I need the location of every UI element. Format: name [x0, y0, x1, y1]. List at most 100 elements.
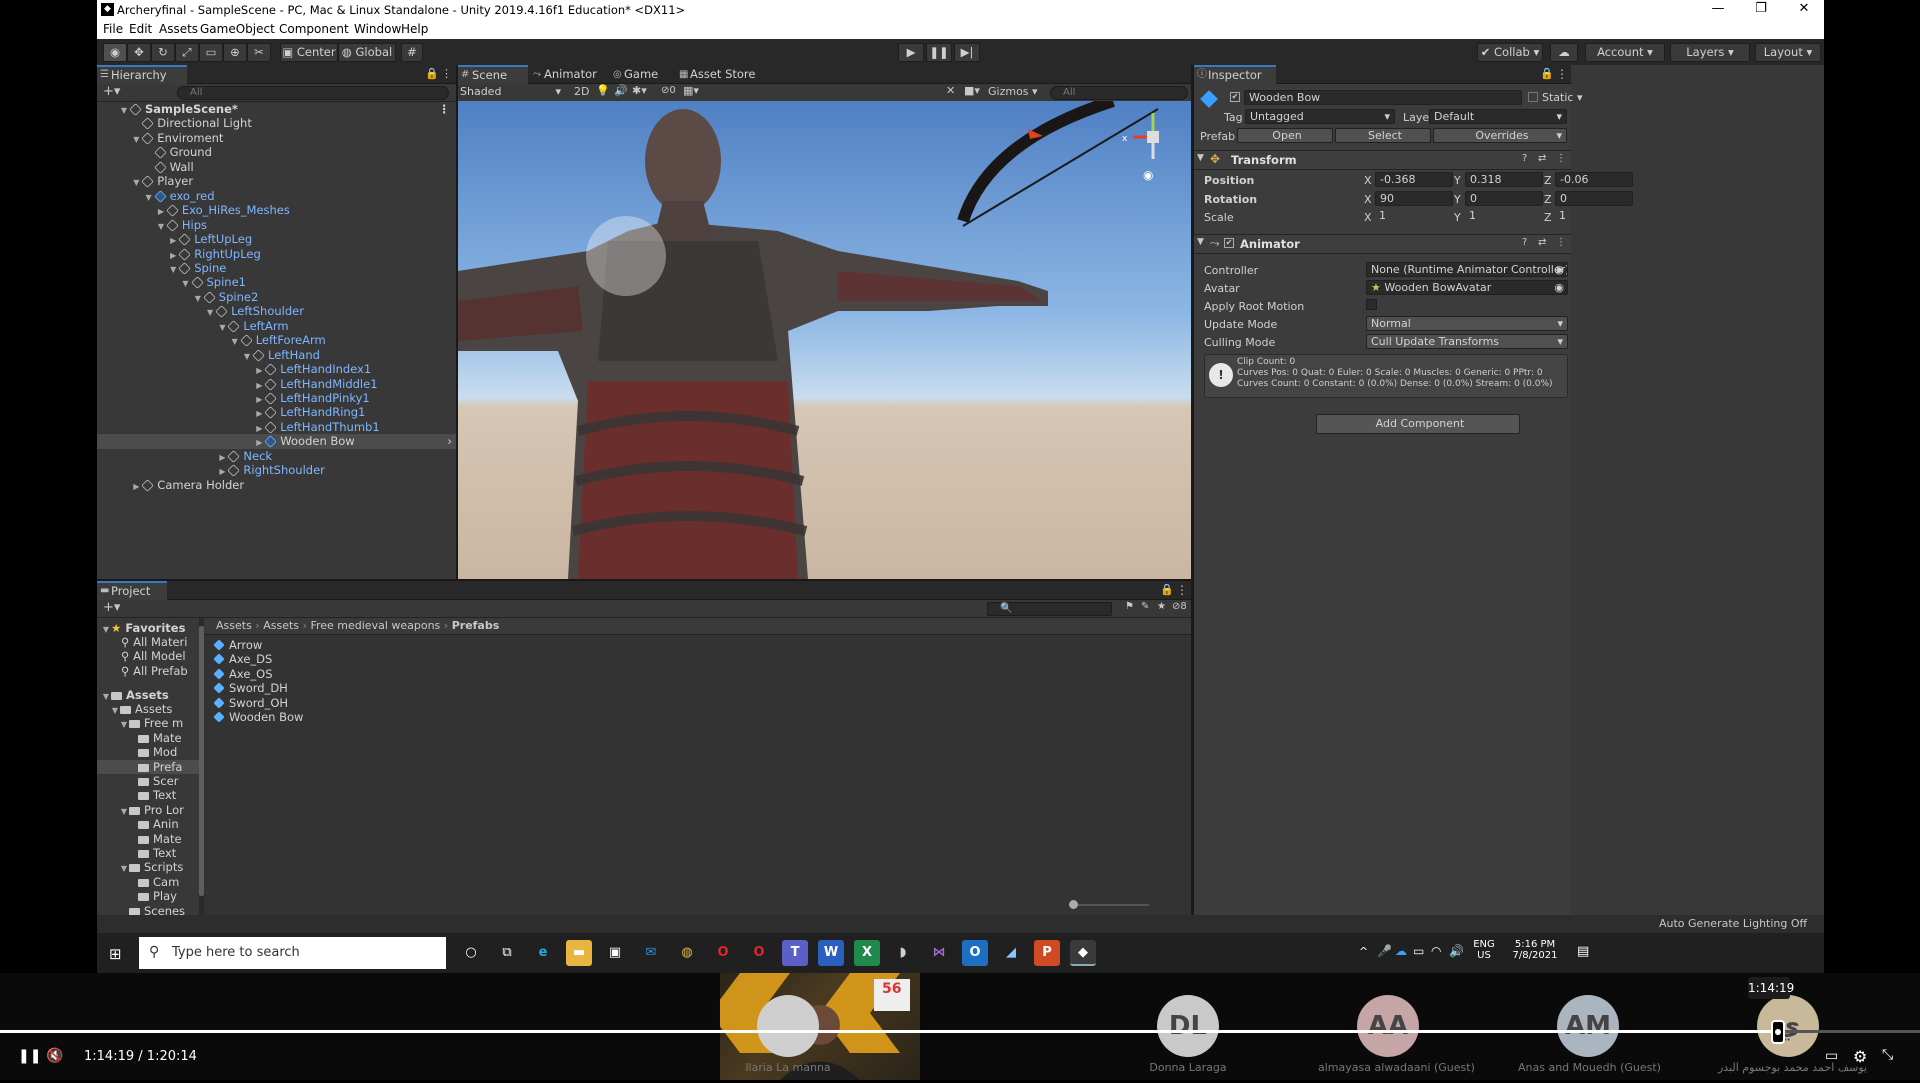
- create-plus-icon[interactable]: +▾: [103, 84, 120, 99]
- active-checkbox[interactable]: ✔: [1230, 92, 1240, 102]
- static-dropdown[interactable]: Static ▾: [1542, 91, 1582, 104]
- grid-snap-icon[interactable]: #: [401, 43, 423, 62]
- scale-tool-icon[interactable]: ⤢: [175, 43, 199, 62]
- asset-item[interactable]: Axe_DS: [213, 652, 272, 666]
- excel-icon[interactable]: X: [854, 940, 880, 966]
- add-component-button[interactable]: Add Component: [1316, 414, 1520, 434]
- folder-row[interactable]: Text: [97, 846, 199, 860]
- tab-animator[interactable]: ⤳ Animator: [530, 65, 608, 84]
- language-indicator[interactable]: ENG US: [1471, 939, 1497, 961]
- asset-item[interactable]: Sword_OH: [213, 696, 288, 710]
- hierarchy-search-input[interactable]: All: [177, 86, 449, 100]
- favorite-search[interactable]: ⚲ All Prefab: [97, 664, 188, 678]
- asset-item[interactable]: Axe_OS: [213, 667, 273, 681]
- edge-icon[interactable]: e: [530, 940, 556, 966]
- visual-studio-icon[interactable]: ⋈: [926, 940, 952, 966]
- mute-icon[interactable]: 🔇: [46, 1048, 63, 1064]
- hierarchy-row[interactable]: ▶ RightUpLeg: [97, 247, 456, 261]
- menu-file[interactable]: File: [103, 22, 123, 36]
- participant-avatar[interactable]: [757, 995, 819, 1057]
- hierarchy-row[interactable]: ▶ LeftHandRing1: [97, 405, 456, 419]
- fullscreen-icon[interactable]: ⤡: [1882, 1047, 1893, 1063]
- prefab-select-button[interactable]: Select: [1335, 128, 1431, 143]
- hierarchy-row[interactable]: Ground: [97, 145, 456, 159]
- hierarchy-row[interactable]: ▶ Wooden Bow ›: [97, 434, 456, 449]
- hierarchy-row[interactable]: ▶ Exo_HiRes_Meshes: [97, 203, 456, 217]
- word-icon[interactable]: W: [818, 940, 844, 966]
- notifications-icon[interactable]: ▤: [1577, 944, 1589, 959]
- animator-enabled-checkbox[interactable]: ✔: [1224, 238, 1234, 248]
- position-y-field[interactable]: 0.318: [1465, 172, 1543, 187]
- lock-icon[interactable]: 🔒: [425, 67, 439, 80]
- tab-hierarchy[interactable]: ☰ Hierarchy: [97, 65, 187, 84]
- settings-gear-icon[interactable]: ⚙: [1853, 1047, 1867, 1066]
- folder-row[interactable]: Play: [97, 889, 199, 903]
- store-icon[interactable]: ▣: [602, 940, 628, 966]
- folder-row[interactable]: Mate: [97, 832, 199, 846]
- hierarchy-row[interactable]: ▶ Neck: [97, 449, 456, 463]
- asset-item[interactable]: Arrow: [213, 638, 262, 652]
- folder-row[interactable]: Text: [97, 788, 199, 802]
- folder-row[interactable]: ▼ Scripts: [97, 860, 199, 874]
- pause-button[interactable]: ❚❚: [926, 43, 952, 62]
- hierarchy-row[interactable]: ▼ Player: [97, 174, 456, 188]
- avatar-field[interactable]: ★ Wooden BowAvatar ◉: [1366, 280, 1568, 295]
- hierarchy-row[interactable]: ▼ Spine: [97, 261, 456, 275]
- folder-row[interactable]: Anin: [97, 817, 199, 831]
- pivot-center-button[interactable]: ▣ Center: [280, 43, 338, 62]
- hidden-objects-toggle[interactable]: ⊘0: [661, 85, 676, 96]
- breadcrumb-item[interactable]: Free medieval weapons: [310, 619, 440, 632]
- breadcrumb-item[interactable]: Assets: [216, 619, 252, 632]
- favorite-search[interactable]: ⚲ All Model: [97, 649, 186, 663]
- participant-avatar[interactable]: AM: [1557, 995, 1619, 1057]
- preset-icon[interactable]: ⇄: [1538, 153, 1546, 164]
- favorites-header[interactable]: ▼ ★ Favorites: [97, 621, 186, 635]
- lighting-toggle-icon[interactable]: 💡: [596, 84, 610, 97]
- seek-thumb[interactable]: [1770, 1020, 1785, 1044]
- breadcrumb-item[interactable]: Prefabs: [452, 619, 500, 632]
- hierarchy-row[interactable]: ▶ LeftHandMiddle1: [97, 377, 456, 391]
- effects-toggle-icon[interactable]: ✱▾: [632, 84, 647, 97]
- cloud-icon[interactable]: ☁: [1550, 43, 1578, 62]
- hierarchy-row[interactable]: ▶ LeftHandThumb1: [97, 420, 456, 434]
- filter-type-icon[interactable]: ⚑: [1125, 601, 1134, 612]
- scale-x-field[interactable]: 1: [1375, 209, 1453, 224]
- hierarchy-row[interactable]: ▼ Spine1: [97, 275, 456, 289]
- tab-asset-store[interactable]: ▦ Asset Store: [676, 65, 766, 84]
- play-button[interactable]: ▶: [898, 43, 924, 62]
- scene-menu-icon[interactable]: ⋮: [439, 102, 451, 116]
- tag-dropdown[interactable]: Untagged ▾: [1245, 109, 1395, 124]
- menu-edit[interactable]: Edit: [129, 22, 152, 36]
- battery-icon[interactable]: ▭: [1413, 944, 1424, 958]
- tab-project[interactable]: ▬ Project: [97, 581, 167, 600]
- hierarchy-row[interactable]: ▼ Hips: [97, 218, 456, 232]
- microphone-icon[interactable]: 🎤: [1377, 944, 1392, 958]
- menu-help[interactable]: Help: [401, 22, 428, 36]
- panel-menu-icon[interactable]: ⋮: [1176, 583, 1188, 597]
- transform-component-header[interactable]: ▼ ✥ Transform ? ⇄ ⋮: [1194, 150, 1571, 170]
- scene-viewport[interactable]: x ◉: [458, 101, 1191, 579]
- menu-gameobject[interactable]: GameObject: [200, 22, 275, 36]
- hierarchy-row[interactable]: ▶ LeftHandPinky1: [97, 391, 456, 405]
- collab-button[interactable]: ✔ Collab ▾: [1477, 43, 1543, 62]
- taskbar-search-input[interactable]: ⚲ Type here to search: [139, 937, 446, 969]
- assets-header[interactable]: ▼ Assets: [97, 688, 169, 702]
- controller-field[interactable]: None (Runtime Animator Controller) ◉: [1366, 262, 1568, 277]
- lock-icon[interactable]: 🔒: [1160, 583, 1174, 596]
- hierarchy-row[interactable]: ▼ LeftForeArm: [97, 333, 456, 347]
- scene-search-input[interactable]: All: [1050, 86, 1188, 100]
- animator-component-header[interactable]: ▼ ⤳ ✔ Animator ? ⇄ ⋮: [1194, 234, 1571, 254]
- create-plus-icon[interactable]: +▾: [103, 600, 120, 615]
- powerpoint-icon[interactable]: P: [1034, 940, 1060, 966]
- folder-row[interactable]: ▼ Free m: [97, 716, 199, 730]
- hand-tool-icon[interactable]: ◉: [103, 43, 127, 62]
- position-z-field[interactable]: -0.06: [1555, 172, 1633, 187]
- hierarchy-row[interactable]: ▶ Camera Holder: [97, 478, 456, 492]
- static-checkbox[interactable]: [1528, 92, 1538, 102]
- icon-size-slider[interactable]: [1069, 900, 1149, 909]
- custom-tool-icon[interactable]: ✂: [247, 43, 271, 62]
- component-menu-icon[interactable]: ⋮: [1556, 153, 1566, 164]
- help-icon[interactable]: ?: [1522, 237, 1527, 248]
- seek-bar[interactable]: [0, 1020, 1920, 1044]
- apply-root-motion-checkbox[interactable]: [1366, 299, 1377, 310]
